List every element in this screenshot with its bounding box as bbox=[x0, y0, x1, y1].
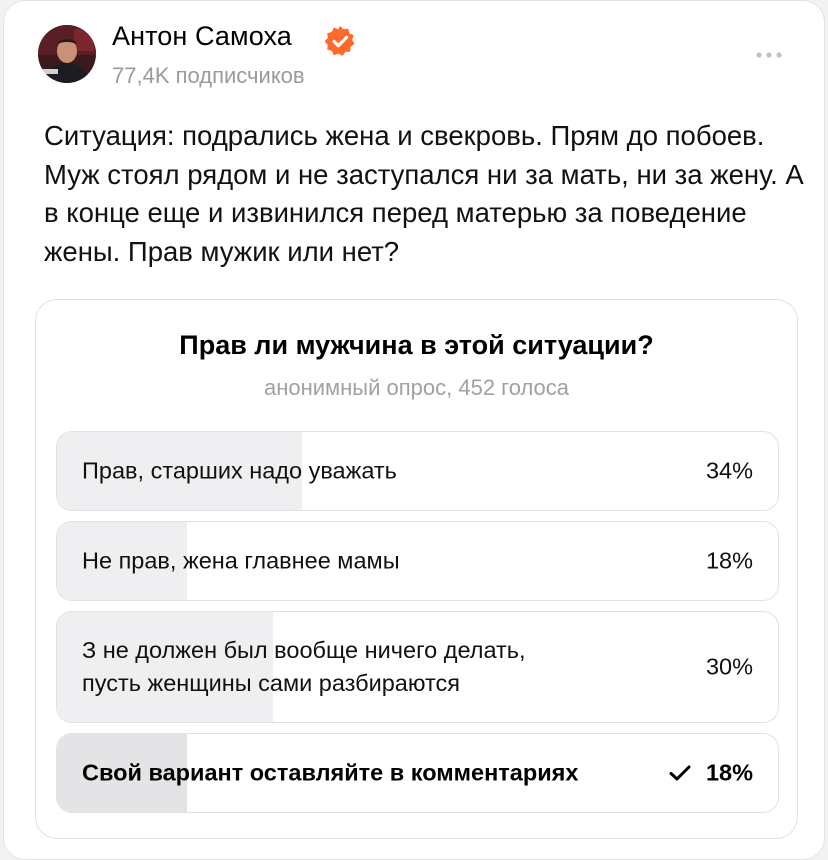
avatar[interactable] bbox=[38, 25, 96, 83]
poll: Прав ли мужчина в этой ситуации? анонимн… bbox=[35, 299, 798, 839]
checkmark-icon bbox=[669, 765, 691, 781]
poll-option[interactable]: Прав, старших надо уважать 34% bbox=[56, 431, 779, 511]
poll-option-label: Свой вариант оставляйте в комментариях bbox=[82, 759, 579, 786]
poll-option-selected[interactable]: Свой вариант оставляйте в комментариях 1… bbox=[56, 733, 779, 813]
verified-badge-icon bbox=[324, 25, 356, 57]
poll-option-percent: 30% bbox=[705, 653, 753, 680]
poll-option[interactable]: З не должен был вообще ничего делать, пу… bbox=[56, 611, 779, 723]
poll-meta: анонимный опрос, 452 голоса bbox=[263, 375, 570, 400]
poll-option-label: З не должен был вообще ничего делать, пу… bbox=[82, 637, 526, 696]
poll-option-label: Прав, старших надо уважать bbox=[82, 457, 397, 484]
poll-option[interactable]: Не прав, жена главнее мамы 18% bbox=[56, 521, 779, 601]
poll-option-label: Не прав, жена главнее мамы bbox=[82, 547, 400, 574]
poll-option-percent: 18% bbox=[705, 759, 753, 786]
poll-option-percent: 34% bbox=[705, 457, 753, 484]
poll-title: Прав ли мужчина в этой ситуации? bbox=[179, 330, 654, 360]
post-card: Антон Самоха 77,4K подписчиков Ситуация:… bbox=[3, 0, 825, 860]
poll-option-percent: 18% bbox=[705, 547, 753, 574]
subscriber-count: 77,4K подписчиков bbox=[112, 63, 305, 88]
author-name[interactable]: Антон Самоха bbox=[112, 21, 292, 52]
post-text: Ситуация: подрались жена и свекровь. Пря… bbox=[44, 120, 804, 267]
more-options-icon[interactable] bbox=[749, 41, 789, 69]
